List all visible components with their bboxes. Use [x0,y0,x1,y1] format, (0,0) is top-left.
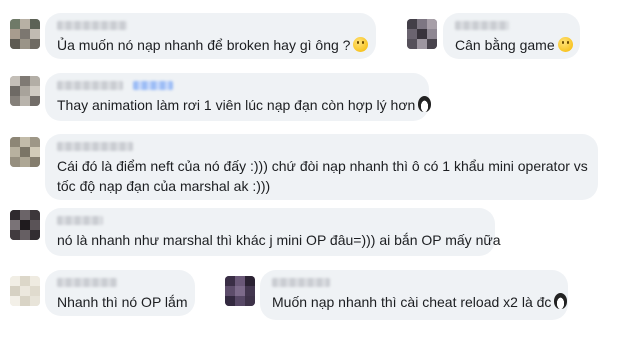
comment-text: Ủa muốn nó nạp nhanh để broken hay gì ôn… [57,36,369,55]
comment-bubble: Cái đó là điểm neft của nó đấy :))) chứ … [45,134,598,200]
comment-text-line-1: Cái đó là điểm neft của nó đấy :))) chứ … [57,158,588,174]
comment-text: nó là nhanh như marshal thì khác j mini … [57,232,501,248]
commenter-name[interactable] [57,142,133,151]
commenter-name[interactable] [57,216,103,225]
comment-text: Nhanh thì nó OP lắm [57,294,188,310]
comment-text-line-2: tốc độ nạp đạn của marshal ak :))) [57,178,271,194]
comment-bubble: Muốn nạp nhanh thì cài cheat reload x2 l… [260,270,568,320]
avatar[interactable] [407,19,437,49]
penguin-emoji-icon [554,293,568,309]
commenter-name[interactable] [455,21,509,30]
comment-bubble: nó là nhanh như marshal thì khác j mini … [45,208,501,256]
avatar[interactable] [10,210,40,240]
comment-text: Thay animation làm rơi 1 viên lúc nạp đạ… [57,96,432,115]
penguin-emoji-icon [418,96,432,112]
commenter-name[interactable] [272,278,330,287]
avatar[interactable] [10,76,40,106]
comment-bubble: Ủa muốn nó nạp nhanh để broken hay gì ôn… [45,13,376,59]
comment-bubble: Cân bằng game [443,13,580,59]
mention-tag[interactable] [133,81,173,90]
avatar[interactable] [10,19,40,49]
comment-text: Muốn nạp nhanh thì cài cheat reload x2 l… [272,293,568,312]
comment-text: Cân bằng game [455,36,573,55]
comment-bubble: Nhanh thì nó OP lắm [45,270,195,316]
commenter-name[interactable] [57,278,117,287]
commenter-name[interactable] [57,21,127,30]
comment-bubble: Thay animation làm rơi 1 viên lúc nạp đạ… [45,73,432,121]
smile-emoji-icon [557,37,573,52]
avatar[interactable] [10,276,40,306]
avatar[interactable] [10,137,40,167]
avatar[interactable] [225,276,255,306]
commenter-name[interactable] [57,81,123,90]
smile-emoji-icon [353,37,369,52]
